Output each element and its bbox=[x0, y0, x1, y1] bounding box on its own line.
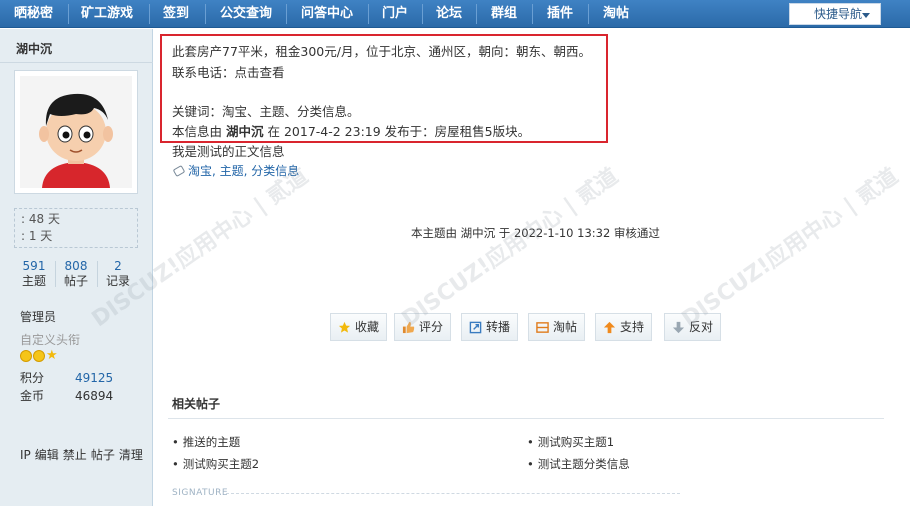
star-icon bbox=[338, 321, 351, 333]
count-threads-label: 主题 bbox=[21, 274, 46, 288]
divider bbox=[0, 62, 153, 63]
contact-phone[interactable]: 联系电话：点击查看 bbox=[172, 62, 285, 81]
count-records-label: 记录 bbox=[105, 274, 130, 288]
collection-icon bbox=[536, 322, 549, 333]
post-content: 此套房产77平米，租金300元/月，位于北京、通州区，朝向：朝东、朝西。 联系电… bbox=[154, 29, 910, 506]
count-records[interactable]: 2 记录 bbox=[98, 259, 138, 289]
admin-link-ip[interactable]: IP bbox=[20, 448, 31, 462]
count-posts-label: 帖子 bbox=[63, 274, 88, 288]
nav-item-bus-query[interactable]: 公交查询 bbox=[220, 0, 272, 28]
medals: ★ bbox=[20, 348, 58, 364]
stat-line-1: : 48 天 bbox=[21, 212, 60, 226]
share-icon bbox=[469, 321, 482, 334]
avatar[interactable] bbox=[14, 70, 138, 194]
count-posts-value: 808 bbox=[64, 259, 88, 273]
nav-divider bbox=[286, 4, 287, 24]
taotie-label: 淘帖 bbox=[553, 320, 578, 334]
favorite-button[interactable]: 收藏 bbox=[330, 313, 388, 341]
admin-link-edit[interactable]: 编辑 bbox=[35, 448, 59, 462]
count-threads[interactable]: 591 主题 bbox=[14, 259, 54, 289]
keywords: 关键词：淘宝、主题、分类信息。 bbox=[172, 104, 360, 119]
support-label: 支持 bbox=[620, 320, 645, 334]
property-info: 此套房产77平米，租金300元/月，位于北京、通州区，朝向：朝东、朝西。 bbox=[172, 44, 591, 59]
nav-item-secret[interactable]: 晒秘密 bbox=[14, 0, 53, 28]
smiley-medal-icon bbox=[33, 350, 45, 362]
nav-item-plugins[interactable]: 插件 bbox=[547, 0, 573, 28]
divider bbox=[168, 418, 884, 419]
score-label: 积分 bbox=[20, 371, 45, 385]
nav-divider bbox=[588, 4, 589, 24]
nav-divider bbox=[476, 4, 477, 24]
avatar-image bbox=[20, 76, 132, 188]
nav-divider bbox=[422, 4, 423, 24]
admin-link-ban[interactable]: 禁止 bbox=[63, 448, 87, 462]
nav-divider bbox=[68, 4, 69, 24]
signature-divider bbox=[226, 493, 680, 494]
quick-nav-button[interactable]: 快捷导航 bbox=[789, 3, 881, 25]
count-posts[interactable]: 808 帖子 bbox=[56, 259, 96, 289]
score-value[interactable]: 49125 bbox=[75, 371, 113, 385]
admin-links: IP 编辑 禁止 帖子 清理 bbox=[20, 446, 147, 463]
smiley-medal-icon bbox=[20, 350, 32, 362]
share-button[interactable]: 转播 bbox=[461, 313, 519, 341]
top-nav-bar: 晒秘密 矿工游戏 签到 公交查询 问答中心 门户 论坛 群组 插件 淘帖 快捷导… bbox=[0, 0, 910, 28]
nav-item-portal[interactable]: 门户 bbox=[382, 0, 408, 28]
nav-item-checkin[interactable]: 签到 bbox=[163, 0, 189, 28]
arrow-up-icon bbox=[603, 321, 616, 334]
nav-item-mining-game[interactable]: 矿工游戏 bbox=[81, 0, 133, 28]
user-group[interactable]: 管理员 bbox=[20, 308, 56, 325]
source-prefix: 本信息由 bbox=[172, 124, 223, 139]
nav-divider bbox=[205, 4, 206, 24]
source-user[interactable]: 湖中沉 bbox=[226, 124, 264, 139]
related-thread-item[interactable]: 测试购买主题2 bbox=[172, 456, 259, 472]
admin-link-posts[interactable]: 帖子 bbox=[91, 448, 115, 462]
score-row: 积分 49125 bbox=[20, 370, 140, 386]
admin-link-clean[interactable]: 清理 bbox=[119, 448, 143, 462]
favorite-label: 收藏 bbox=[355, 320, 380, 334]
chevron-down-icon bbox=[862, 13, 870, 18]
nav-divider bbox=[368, 4, 369, 24]
count-records-value: 2 bbox=[114, 259, 122, 273]
source-info: 本信息由 湖中沉 在 2017-4-2 23:19 发布于：房屋租售5版块。 bbox=[172, 121, 530, 140]
quick-nav-label: 快捷导航 bbox=[814, 7, 863, 21]
taotie-button[interactable]: 淘帖 bbox=[528, 313, 586, 341]
custom-title: 自定义头衔 bbox=[20, 333, 81, 347]
support-button[interactable]: 支持 bbox=[595, 313, 653, 341]
share-label: 转播 bbox=[486, 320, 511, 334]
related-thread-item[interactable]: 测试购买主题1 bbox=[527, 434, 614, 450]
rate-button[interactable]: 评分 bbox=[394, 313, 452, 341]
nav-item-forum[interactable]: 论坛 bbox=[436, 0, 462, 28]
gold-value: 46894 bbox=[75, 389, 114, 403]
post-body: 我是测试的正文信息 bbox=[172, 144, 285, 159]
nav-divider bbox=[149, 4, 150, 24]
nav-item-groups[interactable]: 群组 bbox=[491, 0, 517, 28]
nav-item-taotie[interactable]: 淘帖 bbox=[603, 0, 629, 28]
related-thread-item[interactable]: 测试主题分类信息 bbox=[527, 456, 630, 472]
source-suffix: 在 2017-4-2 23:19 发布于：房屋租售5版块。 bbox=[267, 124, 531, 139]
author-name[interactable]: 湖中沉 bbox=[16, 40, 52, 57]
stat-line-2: : 1 天 bbox=[21, 229, 53, 243]
tags[interactable]: 淘宝, 主题, 分类信息 bbox=[188, 164, 299, 178]
related-thread-item[interactable]: 推送的主题 bbox=[172, 434, 241, 450]
author-counts: 591 主题 808 帖子 2 记录 bbox=[14, 259, 138, 291]
online-stats: : 48 天 : 1 天 bbox=[14, 208, 138, 248]
tag-icon bbox=[172, 165, 186, 177]
gold-label: 金币 bbox=[20, 389, 45, 403]
audit-notice: 本主题由 湖中沉 于 2022-1-10 13:32 审核通过 bbox=[411, 226, 660, 240]
thumbs-up-icon bbox=[402, 321, 415, 334]
tag-list: 淘宝, 主题, 分类信息 bbox=[172, 162, 299, 179]
arrow-down-icon bbox=[672, 321, 685, 334]
oppose-button[interactable]: 反对 bbox=[664, 313, 722, 341]
author-sidebar: 湖中沉 : 48 天 : 1 天 591 主题 808 帖子 2 记录 管理员 … bbox=[0, 29, 153, 506]
related-threads-title: 相关帖子 bbox=[172, 397, 221, 411]
count-threads-value: 591 bbox=[22, 259, 46, 273]
rate-label: 评分 bbox=[419, 320, 444, 334]
nav-item-qa-center[interactable]: 问答中心 bbox=[301, 0, 353, 28]
avatar-cartoon-icon bbox=[20, 76, 132, 188]
signature-label: SIGNATURE bbox=[172, 488, 229, 498]
nav-divider bbox=[532, 4, 533, 24]
star-icon: ★ bbox=[46, 348, 58, 363]
gold-row: 金币 46894 bbox=[20, 388, 140, 404]
oppose-label: 反对 bbox=[689, 320, 714, 334]
